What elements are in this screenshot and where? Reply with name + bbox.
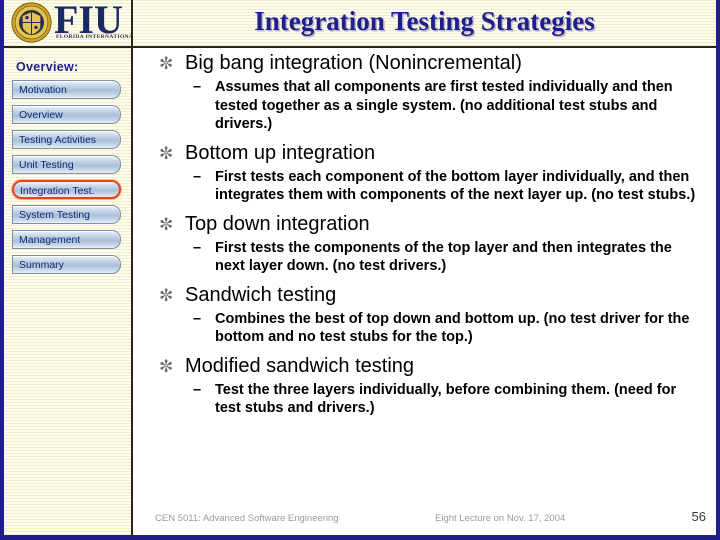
bullet-level1: ✼ Modified sandwich testing [149,353,706,379]
slide-header: FIU FLORIDA INTERNATIONAL UNIVERSITY Int… [4,0,716,48]
bullet-level2: – First tests each component of the botto… [149,168,698,205]
bullet-level2-label: First tests each component of the bottom… [215,168,696,204]
sidebar-item-label: System Testing [19,209,91,221]
dash-bullet-icon: – [193,381,202,398]
sidebar-item-summary[interactable]: Summary [12,255,121,274]
sidebar-item-management[interactable]: Management [12,230,121,249]
bullet-level1-label: Sandwich testing [185,283,337,306]
sidebar-item-system-testing[interactable]: System Testing [12,205,121,224]
sidebar-item-label: Unit Testing [19,159,74,171]
bullet-level1-label: Top down integration [185,212,370,235]
slide: FIU FLORIDA INTERNATIONAL UNIVERSITY Int… [0,0,720,540]
dash-bullet-icon: – [193,168,202,185]
sidebar-item-motivation[interactable]: Motivation [12,80,121,99]
sidebar-item-label: Management [19,234,81,246]
slide-footer: CEN 5011: Advanced Software Engineering … [135,509,716,529]
bullet-level1: ✼ Top down integration [149,211,706,237]
sidebar-item-unit-testing[interactable]: Unit Testing [12,155,121,174]
bullet-level2: – First tests the components of the top l… [149,239,698,276]
sidebar-item-label: Summary [19,259,64,271]
dash-bullet-icon: – [193,79,202,95]
bullet-level1-label: Bottom up integration [185,141,376,164]
asterisk-bullet-icon: ✼ [159,214,174,234]
footer-lecture-label: Eight Lecture on Nov. 17, 2004 [435,513,566,524]
dash-bullet-icon: – [193,310,202,327]
footer-page-number: 56 [691,509,706,524]
sidebar-item-label: Overview [19,109,63,121]
sidebar-item-integration-test[interactable]: Integration Test. [12,180,121,199]
bullet-level2-label: First tests the components of the top la… [215,239,672,275]
sidebar-item-label: Testing Activities [19,134,97,146]
bullet-level2: – Combines the best of top down and botto… [149,310,698,347]
dash-bullet-icon: – [193,239,202,256]
sidebar-item-overview[interactable]: Overview [12,105,121,124]
sidebar-item-label: Motivation [19,84,67,96]
slide-content: ✼ Big bang integration (Nonincremental) – A… [135,50,716,535]
fiu-logo: FIU FLORIDA INTERNATIONAL UNIVERSITY [4,0,133,46]
bullet-level2-label: Assumes that all components are first te… [215,79,673,132]
bullet-level1: ✼ Sandwich testing [149,282,706,308]
bullet-level2: – Assumes that all components are first t… [149,78,698,134]
asterisk-bullet-icon: ✼ [159,356,174,376]
sidebar-heading: Overview: [16,60,79,74]
sidebar-item-testing-activities[interactable]: Testing Activities [12,130,121,149]
bullet-sections: ✼ Big bang integration (Nonincremental) – A… [135,50,716,418]
sidebar-item-label: Integration Test. [20,185,95,197]
bullet-level1: ✼ Bottom up integration [149,140,706,166]
fiu-university-name: FLORIDA INTERNATIONAL UNIVERSITY [56,34,133,40]
bullet-level1-label: Big bang integration (Nonincremental) [185,52,522,74]
bullet-level2-label: Test the three layers individually, befo… [215,381,677,417]
sidebar-nav-list: Motivation Overview Testing Activities Unit… [4,80,131,274]
footer-course-label: CEN 5011: Advanced Software Engineering [155,513,339,524]
asterisk-bullet-icon: ✼ [159,54,174,73]
sidebar: Overview: Motivation Overview Testing Acti… [4,48,133,535]
bullet-level2-label: Combines the best of top down and bottom… [215,310,690,346]
page-title: Integration Testing Strategies [254,6,595,36]
bullet-level2: – Test the three layers individually, bef… [149,381,698,418]
asterisk-bullet-icon: ✼ [159,143,174,163]
bullet-level1-label: Modified sandwich testing [185,354,415,377]
bullet-level1: ✼ Big bang integration (Nonincremental) [149,50,706,76]
title-container: Integration Testing Strategies [133,0,716,46]
asterisk-bullet-icon: ✼ [159,285,174,305]
fiu-seal-icon [11,2,52,43]
